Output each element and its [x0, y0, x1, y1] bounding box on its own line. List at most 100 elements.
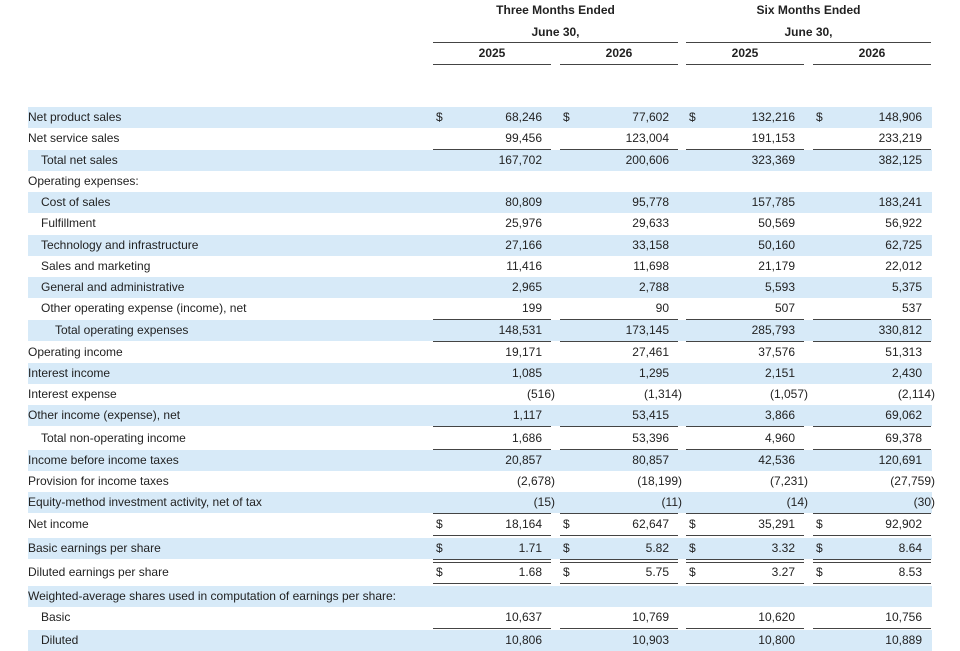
- cell-value: 2,151: [764, 366, 795, 380]
- column-header-6m-2026: 2026: [858, 46, 886, 60]
- cell-value: 1.71: [518, 541, 542, 555]
- cell-value: 191,153: [751, 131, 795, 145]
- row-label: Technology and infrastructure: [41, 238, 199, 252]
- cell-value: 99,456: [505, 131, 542, 145]
- cell-value: 323,369: [751, 153, 795, 167]
- cell-value: 10,806: [505, 633, 542, 647]
- cell-value: (516): [526, 387, 555, 401]
- table-row: Basic earnings per share $1.71 $5.82 $3.32 $…: [0, 538, 960, 563]
- row-label: Fulfillment: [41, 216, 96, 230]
- cell-value: 42,536: [758, 453, 795, 467]
- single-underline: [813, 426, 931, 427]
- column-rule-6m-2025: [686, 64, 804, 65]
- cell-value: (2,678): [516, 474, 555, 488]
- column-header-6m-2025: 2025: [731, 46, 759, 60]
- cell-value: 1.68: [518, 565, 542, 579]
- cell-value: 27,461: [632, 345, 669, 359]
- single-underline: [433, 426, 551, 427]
- cell-value: 1,117: [512, 408, 542, 422]
- cell-value: 3,866: [764, 408, 795, 422]
- row-label: Net income: [28, 517, 89, 531]
- row-label: Diluted earnings per share: [28, 565, 169, 579]
- cell-value: (27,759): [890, 474, 935, 488]
- cell-value: 56,922: [885, 216, 922, 230]
- cell-value: 200,606: [625, 153, 669, 167]
- table-row: Operating income 19,171 27,461 37,576 51,313: [0, 342, 960, 363]
- cell-value: 33,158: [632, 238, 669, 252]
- cell-value: 10,889: [885, 633, 922, 647]
- cell-value: 10,800: [758, 633, 795, 647]
- cell-value: 123,004: [625, 131, 669, 145]
- column-rule-6m-2026: [813, 64, 931, 65]
- cell-value: 10,620: [758, 610, 795, 624]
- cell-value: 3.27: [771, 565, 795, 579]
- table-row: Net income $18,164 $62,647 $35,291 $92,902: [0, 514, 960, 539]
- column-rule-3m-2025: [433, 64, 551, 65]
- table-row: Other operating expense (income), net 199…: [0, 298, 960, 320]
- table-row: Net product sales $68,246 $77,602 $132,216 $…: [0, 107, 960, 128]
- table-row: Total operating expenses 148,531 173,145 28…: [0, 320, 960, 342]
- cell-value: 11,698: [633, 259, 669, 273]
- row-label: Weighted-average shares used in computat…: [28, 589, 396, 603]
- table-row: General and administrative 2,965 2,788 5,59…: [0, 277, 960, 298]
- column-header-3m-2025: 2025: [478, 46, 506, 60]
- cell-value: 22,012: [885, 259, 922, 273]
- cell-value: 5,593: [764, 280, 795, 294]
- single-underline: [560, 426, 678, 427]
- cell-value: 95,778: [632, 195, 669, 209]
- table-row: Diluted earnings per share $1.68 $5.75 $3.2…: [0, 562, 960, 587]
- cell-value: 10,637: [505, 610, 542, 624]
- header-rule-three-months: [433, 42, 678, 43]
- cell-value: 80,809: [505, 195, 542, 209]
- cell-value: 2,788: [638, 280, 669, 294]
- cell-value: 167,702: [498, 153, 542, 167]
- row-label: Other operating expense (income), net: [41, 301, 247, 315]
- six-months-title: Six Months Ended: [756, 3, 861, 17]
- table-row: Fulfillment 25,976 29,633 50,569 56,922: [0, 213, 960, 234]
- row-label: General and administrative: [41, 280, 185, 294]
- row-label: Net product sales: [28, 110, 122, 124]
- table-row: Total non-operating income 1,686 53,396 4,9…: [0, 428, 960, 450]
- table-row: Weighted-average shares used in computat…: [0, 586, 960, 607]
- cell-value: 5,375: [891, 280, 922, 294]
- cell-value: 2,430: [891, 366, 922, 380]
- cell-value: 120,691: [878, 453, 922, 467]
- six-months-date: June 30,: [784, 25, 833, 39]
- table-row: Sales and marketing 11,416 11,698 21,179 22,…: [0, 256, 960, 277]
- cell-value: 5.82: [645, 541, 669, 555]
- row-label: Other income (expense), net: [28, 408, 181, 422]
- row-label: Cost of sales: [41, 195, 111, 209]
- cell-value: 18,164: [505, 517, 542, 531]
- cell-value: (15): [533, 495, 555, 509]
- row-label: Basic earnings per share: [28, 541, 161, 555]
- cell-value: 69,062: [885, 408, 922, 422]
- cell-value: 507: [774, 301, 795, 315]
- cell-value: 77,602: [632, 110, 669, 124]
- row-label: Equity-method investment activity, net o…: [28, 495, 262, 509]
- cell-value: 92,902: [885, 517, 922, 531]
- cell-value: 35,291: [758, 517, 795, 531]
- cell-value: 233,219: [878, 131, 922, 145]
- table-row: Diluted 10,806 10,903 10,800 10,889: [0, 630, 960, 651]
- cell-value: 29,633: [632, 216, 669, 230]
- row-label: Basic: [41, 610, 71, 624]
- row-label: Income before income taxes: [28, 453, 179, 467]
- cell-value: 19,171: [505, 345, 542, 359]
- cell-value: (18,199): [637, 474, 682, 488]
- single-underline: [686, 426, 804, 427]
- column-header-3m-2026: 2026: [605, 46, 633, 60]
- cell-value: 69,378: [885, 431, 922, 445]
- cell-value: 51,313: [885, 345, 922, 359]
- cell-value: (11): [661, 495, 682, 509]
- six-months-header: Six Months Ended June 30,: [686, 3, 931, 39]
- table-row: Total net sales 167,702 200,606 323,369 382,…: [0, 150, 960, 171]
- row-label: Sales and marketing: [41, 259, 151, 273]
- cell-value: 148,906: [878, 110, 922, 124]
- header-rule-six-months: [686, 42, 931, 43]
- row-label: Total non-operating income: [41, 431, 186, 445]
- cell-value: 4,960: [764, 431, 795, 445]
- table-row: Equity-method investment activity, net o…: [0, 492, 960, 514]
- table-row: Basic 10,637 10,769 10,620 10,756: [0, 607, 960, 632]
- row-label: Operating income: [28, 345, 123, 359]
- cell-value: 173,145: [625, 323, 669, 337]
